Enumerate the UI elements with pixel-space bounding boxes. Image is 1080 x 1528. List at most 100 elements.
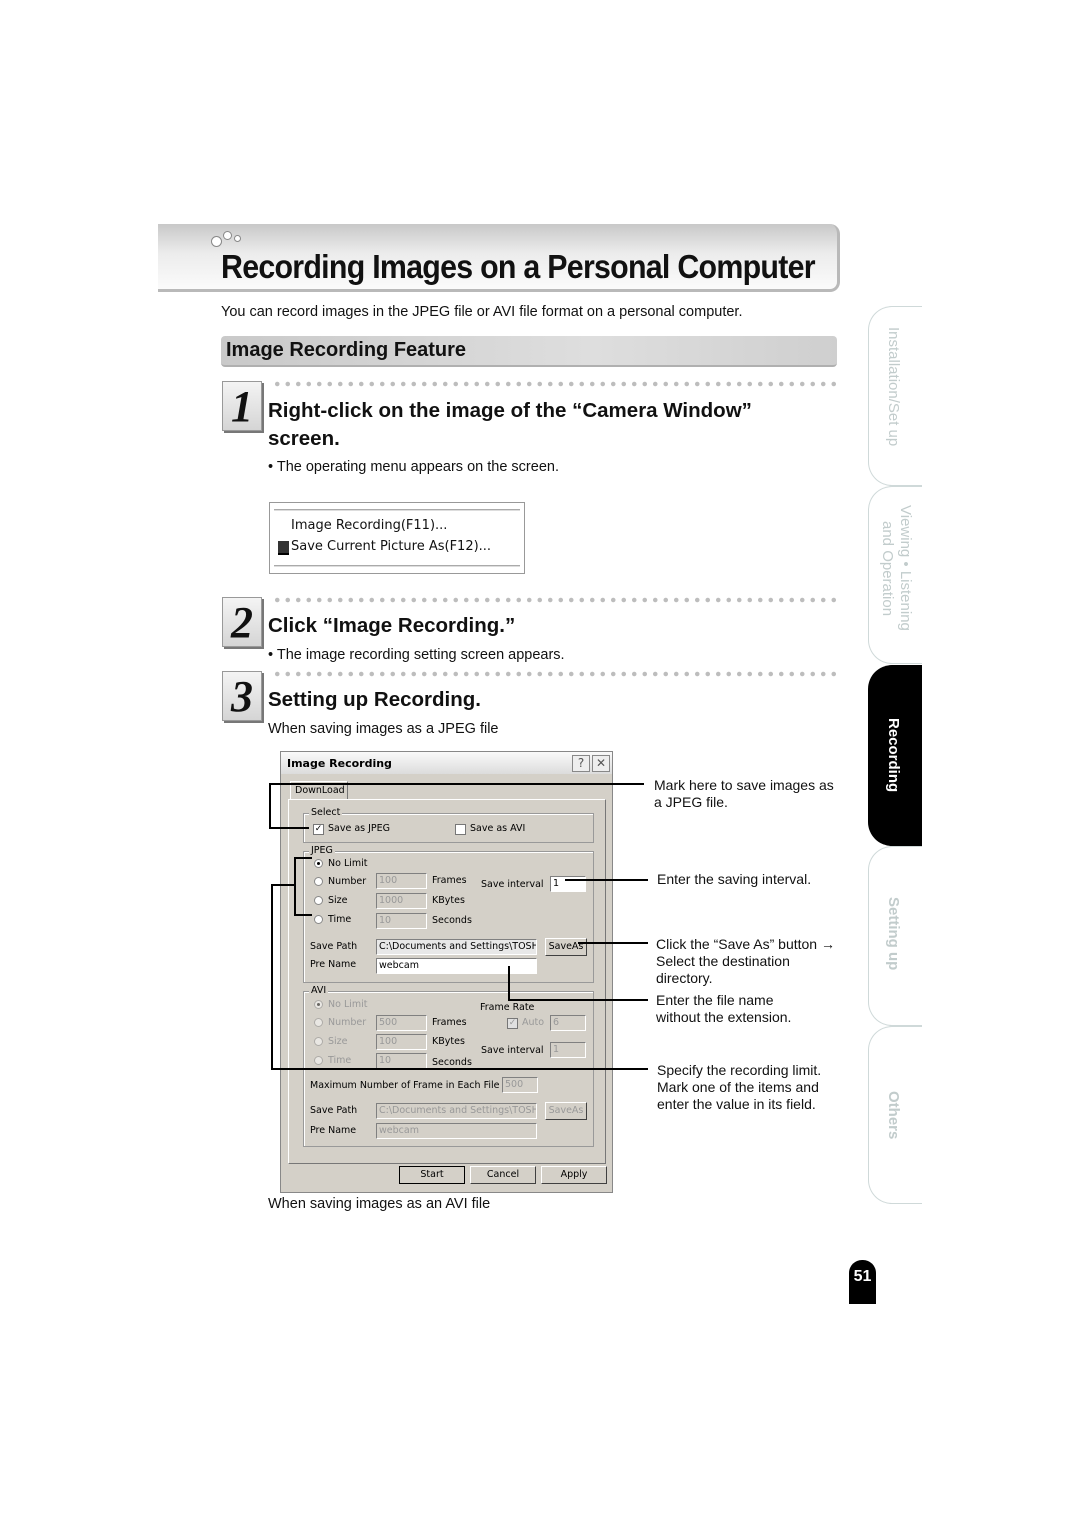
jpeg-nolimit-label: No Limit [328,858,368,869]
avi-number-field[interactable]: 500 [376,1015,427,1031]
step-number: 1 [222,381,262,431]
side-tab-label: Setting up [885,897,902,971]
side-tab-label: and Operation [879,521,896,617]
frame-rate-auto-label: Auto [522,1017,545,1028]
jpeg-number-field[interactable]: 100 [376,873,427,889]
step-note: When saving images as a JPEG file [268,721,499,737]
side-tab-recording[interactable]: Recording [868,665,922,846]
avi-save-path-field[interactable]: C:\Documents and Settings\TOSHIB [376,1103,537,1119]
step-number: 2 [222,597,262,647]
cancel-button[interactable]: Cancel [470,1166,536,1184]
callout-interval: Enter the saving interval. [657,871,812,887]
select-group-label: Select [309,807,343,818]
dotted-divider [272,596,838,604]
save-picture-icon [278,541,289,555]
avi-note: When saving images as an AVI file [268,1196,491,1212]
step-number: 3 [222,671,262,721]
jpeg-time-radio[interactable] [314,915,323,924]
callout-save-as: Click the “Save As” button → Select the … [656,936,835,986]
max-frames-label: Maximum Number of Frame in Each File [310,1080,500,1091]
side-tab-label: Others [885,1091,902,1140]
jpeg-size-label: Size [328,895,348,906]
jpeg-group: JPEG No Limit Number 100 Frames Size 100… [303,845,594,983]
jpeg-pre-name-label: Pre Name [310,959,357,970]
close-icon[interactable]: ✕ [592,755,610,772]
step-note: • The operating menu appears on the scre… [268,459,559,475]
avi-time-field[interactable]: 10 [376,1053,427,1069]
frame-rate-label: Frame Rate [480,1002,535,1013]
step-heading: Click “Image Recording.” [268,614,516,637]
avi-save-path-label: Save Path [310,1105,358,1116]
step-heading: Setting up Recording. [268,688,481,711]
max-frames-field[interactable]: 500 [502,1077,538,1093]
dialog-title: Image Recording [287,757,392,770]
avi-save-interval-field[interactable]: 1 [550,1042,586,1058]
jpeg-pre-name-field[interactable]: webcam [376,958,537,974]
step-heading-cont: screen. [268,427,340,450]
step-heading: Right-click on the image of the “Camera … [268,399,752,422]
side-tab-label: Recording [885,718,902,793]
avi-time-radio[interactable] [314,1056,323,1065]
avi-size-radio[interactable] [314,1037,323,1046]
side-tab-setting-up[interactable]: Setting up [868,846,922,1026]
jpeg-saveas-button[interactable]: SaveAs [545,938,587,956]
start-button[interactable]: Start [399,1166,465,1184]
jpeg-group-label: JPEG [309,845,335,856]
avi-size-label: Size [328,1036,348,1047]
save-avi-label: Save as AVI [470,823,526,834]
step-note: • The image recording setting screen app… [268,647,565,663]
page-title: Recording Images on a Personal Computer [221,248,816,285]
callout-jpeg-check: Mark here to save images as a JPEG file. [654,777,834,810]
avi-size-unit: KBytes [432,1036,465,1047]
jpeg-time-unit: Seconds [432,915,472,926]
context-menu: Image Recording(F11)... Save Current Pic… [269,502,525,574]
jpeg-save-path-field[interactable]: C:\Documents and Settings\TOSHIB [376,939,537,955]
avi-nolimit-label: No Limit [328,999,368,1010]
menu-item-save-picture[interactable]: Save Current Picture As(F12)... [291,539,491,554]
jpeg-nolimit-radio[interactable] [314,859,323,868]
jpeg-number-radio[interactable] [314,877,323,886]
jpeg-size-field[interactable]: 1000 [376,893,427,909]
dotted-divider [272,670,838,678]
jpeg-time-label: Time [328,914,352,925]
avi-pre-name-field[interactable]: webcam [376,1123,537,1139]
side-tab-others[interactable]: Others [868,1026,922,1204]
jpeg-size-radio[interactable] [314,896,323,905]
image-recording-dialog: Image Recording ? ✕ DownLoad Select ✓ Sa… [280,751,613,1193]
side-tab-viewing[interactable]: Viewing • Listening and Operation [868,486,922,664]
intro-text: You can record images in the JPEG file o… [221,304,743,320]
avi-number-radio[interactable] [314,1018,323,1027]
jpeg-number-unit: Frames [432,875,467,886]
side-tab-label: Viewing • Listening [897,505,914,631]
help-icon[interactable]: ? [572,755,590,772]
avi-number-unit: Frames [432,1017,467,1028]
select-group: Select ✓ Save as JPEG Save as AVI [303,807,594,843]
callout-limit: Specify the recording limit. Mark one of… [657,1062,822,1112]
bubbles-decoration-icon [210,230,250,250]
tab-label: DownLoad [295,785,345,796]
jpeg-number-label: Number [328,876,367,887]
frame-rate-field[interactable]: 6 [550,1015,586,1031]
dialog-titlebar: Image Recording ? ✕ [281,752,612,774]
avi-number-label: Number [328,1017,367,1028]
page-number: 51 [849,1260,876,1304]
avi-size-field[interactable]: 100 [376,1034,427,1050]
menu-item-image-recording[interactable]: Image Recording(F11)... [291,518,447,533]
avi-time-unit: Seconds [432,1057,472,1068]
avi-saveas-button[interactable]: SaveAs [545,1102,587,1120]
save-avi-checkbox[interactable] [455,824,466,835]
apply-button[interactable]: Apply [541,1166,607,1184]
frame-rate-auto-checkbox[interactable]: ✓ [507,1018,518,1029]
avi-group-label: AVI [309,985,329,996]
side-tab-label: Installation/Set up [885,327,902,447]
jpeg-save-path-label: Save Path [310,941,358,952]
callout-file-name: Enter the file name without the extensio… [656,992,792,1025]
avi-save-interval-label: Save interval [481,1045,544,1056]
side-tab-installation[interactable]: Installation/Set up [868,306,922,486]
jpeg-size-unit: KBytes [432,895,465,906]
save-jpeg-checkbox[interactable]: ✓ [313,824,324,835]
jpeg-save-interval-label: Save interval [481,879,544,890]
avi-nolimit-radio[interactable] [314,1000,323,1009]
jpeg-time-field[interactable]: 10 [376,913,427,929]
tab-panel: Select ✓ Save as JPEG Save as AVI JPEG N… [288,799,606,1164]
